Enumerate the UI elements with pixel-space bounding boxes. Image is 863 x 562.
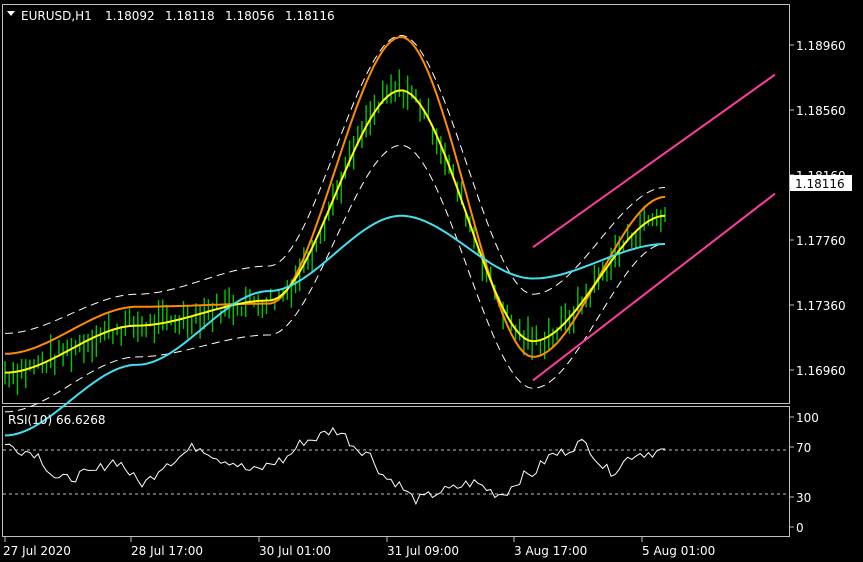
time-tick: 30 Jul 01:00: [259, 544, 331, 558]
current-price-label: 1.18116: [795, 177, 845, 191]
chart-symbol: EURUSD,H1: [21, 9, 92, 23]
price-tick: 1.17360: [796, 299, 846, 313]
rsi-level-label: 100: [796, 411, 819, 425]
rsi-level-label: 30: [796, 491, 811, 505]
time-tick: 31 Jul 09:00: [387, 544, 459, 558]
ohlc-low: 1.18056: [225, 9, 275, 23]
ohlc-open: 1.18092: [105, 9, 155, 23]
rsi-label: RSI(10) 66.6268: [8, 413, 106, 427]
moving-averages: [4, 36, 666, 437]
time-tick: 28 Jul 17:00: [131, 544, 203, 558]
price-tick: 1.17760: [796, 234, 846, 248]
time-tick: 3 Aug 17:00: [514, 544, 587, 558]
chart-canvas: EURUSD,H1 1.18092 1.18118 1.18056 1.1811…: [2, 4, 852, 558]
band-upper-line: [4, 34, 666, 334]
price-tick: 1.18960: [796, 39, 846, 53]
price-tick: 1.16960: [796, 364, 846, 378]
rsi-indicator: [3, 426, 789, 506]
rsi-line: [4, 426, 665, 506]
rsi-level-label: 0: [796, 521, 804, 535]
rsi-panel-frame: [2, 406, 790, 537]
ohlc-high: 1.18118: [165, 9, 215, 23]
ohlc-close: 1.18116: [285, 9, 335, 23]
triangle-down-icon[interactable]: [7, 11, 15, 16]
time-tick: 27 Jul 2020: [3, 544, 71, 558]
rsi-level-label: 70: [796, 441, 811, 455]
trend-channel: [532, 73, 776, 382]
band-lower-line: [4, 144, 666, 413]
price-bars: [4, 69, 666, 396]
price-tick: 1.18560: [796, 104, 846, 118]
time-tick: 5 Aug 01:00: [642, 544, 715, 558]
